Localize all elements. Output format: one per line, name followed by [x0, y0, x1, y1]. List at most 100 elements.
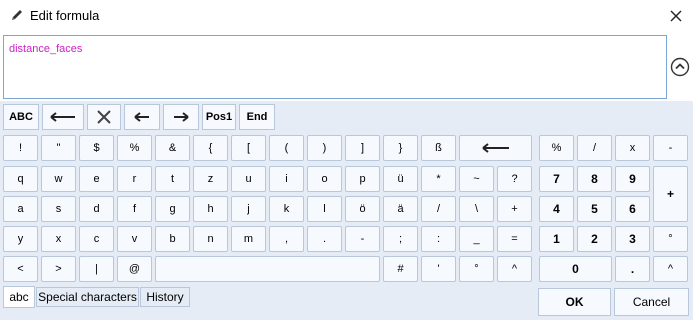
key-7[interactable]: ( [269, 135, 304, 161]
title-bar: Edit formula [0, 0, 693, 32]
backspace-icon [481, 143, 509, 153]
key-1[interactable]: " [41, 135, 76, 161]
cursor-right-button[interactable] [163, 104, 199, 130]
key-row5-0[interactable]: < [3, 256, 38, 282]
collapse-chevron-up-icon[interactable] [670, 57, 690, 77]
key-keys_row2-10[interactable]: ü [383, 166, 418, 192]
space-key[interactable] [155, 256, 380, 282]
key-3[interactable]: % [117, 135, 152, 161]
key-keys_row4-8[interactable]: . [307, 226, 342, 252]
numpad-9[interactable]: 9 [615, 166, 650, 192]
numpad-r4-1[interactable]: 2 [577, 226, 612, 252]
cancel-button[interactable]: Cancel [614, 288, 689, 316]
key-keys_row2-13[interactable]: ? [497, 166, 532, 192]
numpad-4[interactable]: 4 [539, 196, 574, 222]
key-keys_row4-7[interactable]: , [269, 226, 304, 252]
backspace-key[interactable] [459, 135, 532, 161]
numpad-op-1[interactable]: / [577, 135, 612, 161]
key-9[interactable]: ] [345, 135, 380, 161]
key-keys_row3-10[interactable]: ä [383, 196, 418, 222]
numpad-7[interactable]: 7 [539, 166, 574, 192]
numpad-r4-3[interactable]: ° [653, 226, 688, 252]
key-2[interactable]: $ [79, 135, 114, 161]
key-keys_row4-6[interactable]: m [231, 226, 266, 252]
key-keys_row3-9[interactable]: ö [345, 196, 380, 222]
key-row5-4[interactable]: # [383, 256, 418, 282]
key-keys_row3-6[interactable]: j [231, 196, 266, 222]
key-keys_row3-13[interactable]: + [497, 196, 532, 222]
arrow-left-icon [134, 112, 149, 122]
tab-abc[interactable]: abc [3, 286, 35, 308]
key-6[interactable]: [ [231, 135, 266, 161]
key-row5-6[interactable]: ° [459, 256, 494, 282]
key-keys_row4-10[interactable]: ; [383, 226, 418, 252]
key-keys_row4-3[interactable]: v [117, 226, 152, 252]
key-keys_row2-4[interactable]: t [155, 166, 190, 192]
key-keys_row2-6[interactable]: u [231, 166, 266, 192]
formula-input[interactable]: distance_faces [3, 35, 667, 99]
key-keys_row4-12[interactable]: _ [459, 226, 494, 252]
key-keys_row3-1[interactable]: s [41, 196, 76, 222]
key-10[interactable]: } [383, 135, 418, 161]
key-keys_row4-5[interactable]: n [193, 226, 228, 252]
numpad-0[interactable]: 0 [539, 256, 612, 282]
close-icon[interactable] [664, 4, 688, 28]
key-5[interactable]: { [193, 135, 228, 161]
key-keys_row2-8[interactable]: o [307, 166, 342, 192]
key-keys_row2-12[interactable]: ~ [459, 166, 494, 192]
key-row5-1[interactable]: > [41, 256, 76, 282]
clear-button[interactable] [87, 104, 121, 130]
numpad-8[interactable]: 8 [577, 166, 612, 192]
key-row5-5[interactable]: ' [421, 256, 456, 282]
key-keys_row3-7[interactable]: k [269, 196, 304, 222]
key-keys_row4-1[interactable]: x [41, 226, 76, 252]
key-keys_row2-2[interactable]: e [79, 166, 114, 192]
key-keys_row3-12[interactable]: \ [459, 196, 494, 222]
delete-word-left-button[interactable] [42, 104, 84, 130]
caps-button[interactable]: ABC [3, 104, 39, 130]
key-keys_row3-0[interactable]: a [3, 196, 38, 222]
key-keys_row3-8[interactable]: l [307, 196, 342, 222]
key-4[interactable]: & [155, 135, 190, 161]
numpad-op-3[interactable]: - [653, 135, 688, 161]
key-keys_row3-4[interactable]: g [155, 196, 190, 222]
cursor-left-button[interactable] [124, 104, 160, 130]
key-keys_row2-3[interactable]: r [117, 166, 152, 192]
numpad-op-2[interactable]: x [615, 135, 650, 161]
key-keys_row3-2[interactable]: d [79, 196, 114, 222]
key-keys_row2-11[interactable]: * [421, 166, 456, 192]
key-0[interactable]: ! [3, 135, 38, 161]
key-keys_row3-5[interactable]: h [193, 196, 228, 222]
key-keys_row4-2[interactable]: c [79, 226, 114, 252]
numpad-6[interactable]: 6 [615, 196, 650, 222]
numpad-dot[interactable]: . [615, 256, 650, 282]
key-keys_row3-11[interactable]: / [421, 196, 456, 222]
key-keys_row2-7[interactable]: i [269, 166, 304, 192]
ok-button[interactable]: OK [538, 288, 611, 316]
key-keys_row2-5[interactable]: z [193, 166, 228, 192]
key-keys_row2-0[interactable]: q [3, 166, 38, 192]
key-row5-2[interactable]: | [79, 256, 114, 282]
key-keys_row4-4[interactable]: b [155, 226, 190, 252]
key-keys_row4-13[interactable]: = [497, 226, 532, 252]
key-keys_row2-9[interactable]: p [345, 166, 380, 192]
tab-special-characters[interactable]: Special characters [36, 287, 139, 307]
numpad-5[interactable]: 5 [577, 196, 612, 222]
key-8[interactable]: ) [307, 135, 342, 161]
key-row5-7[interactable]: ^ [497, 256, 532, 282]
key-row5-3[interactable]: @ [117, 256, 152, 282]
numpad-r4-2[interactable]: 3 [615, 226, 650, 252]
key-keys_row4-11[interactable]: : [421, 226, 456, 252]
tab-history[interactable]: History [140, 287, 190, 307]
key-11[interactable]: ß [421, 135, 456, 161]
key-keys_row4-0[interactable]: y [3, 226, 38, 252]
end-button[interactable]: End [239, 104, 275, 130]
numpad-op-0[interactable]: % [539, 135, 574, 161]
key-keys_row3-3[interactable]: f [117, 196, 152, 222]
numpad-plus[interactable]: + [653, 166, 688, 222]
pos1-button[interactable]: Pos1 [202, 104, 236, 130]
key-keys_row4-9[interactable]: - [345, 226, 380, 252]
numpad-caret[interactable]: ^ [653, 256, 688, 282]
numpad-r4-0[interactable]: 1 [539, 226, 574, 252]
key-keys_row2-1[interactable]: w [41, 166, 76, 192]
